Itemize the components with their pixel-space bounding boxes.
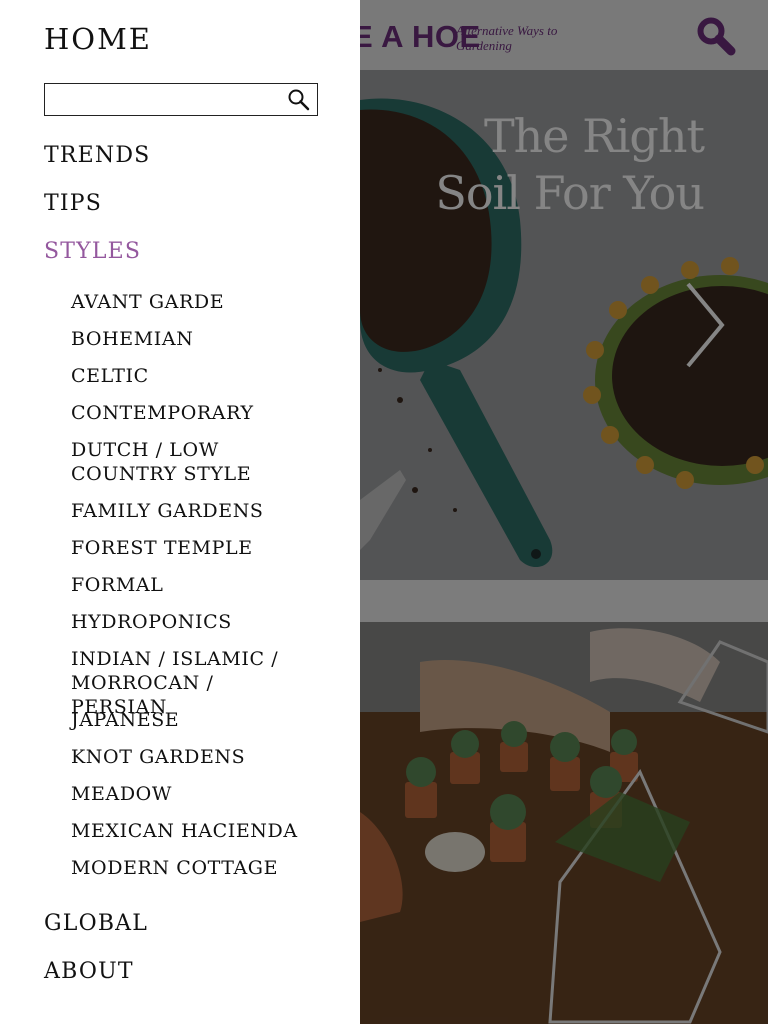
nav-styles[interactable]: STYLES <box>44 239 141 264</box>
nav-global[interactable]: GLOBAL <box>44 911 148 936</box>
submenu-item-bohemian[interactable]: BOHEMIAN <box>71 327 331 351</box>
submenu-item-dutch-low-country[interactable]: DUTCH / LOW COUNTRY STYLE <box>71 438 271 486</box>
submenu-item-formal[interactable]: FORMAL <box>71 573 331 597</box>
search-input[interactable] <box>49 87 279 114</box>
submenu-item-family-gardens[interactable]: FAMILY GARDENS <box>71 499 331 523</box>
search-icon[interactable] <box>287 88 311 112</box>
submenu-item-celtic[interactable]: CELTIC <box>71 364 331 388</box>
nav-drawer: HOME TRENDS TIPS STYLES AVANT GARDE BOHE… <box>0 0 360 1024</box>
nav-tips[interactable]: TIPS <box>44 191 102 216</box>
submenu-item-japanese[interactable]: JAPANESE <box>71 708 331 732</box>
nav-about[interactable]: ABOUT <box>44 959 134 984</box>
submenu-item-knot-gardens[interactable]: KNOT GARDENS <box>71 745 331 769</box>
submenu-item-forest-temple[interactable]: FOREST TEMPLE <box>71 536 331 560</box>
submenu-item-avant-garde[interactable]: AVANT GARDE <box>71 290 331 314</box>
nav-home[interactable]: HOME <box>44 22 152 56</box>
nav-trends[interactable]: TRENDS <box>44 143 150 168</box>
submenu-item-modern-cottage[interactable]: MODERN COTTAGE <box>71 856 331 880</box>
submenu-item-mexican-hacienda[interactable]: MEXICAN HACIENDA <box>71 819 331 843</box>
submenu-item-contemporary[interactable]: CONTEMPORARY <box>71 401 331 425</box>
search-field[interactable] <box>44 83 318 116</box>
submenu-item-hydroponics[interactable]: HYDROPONICS <box>71 610 331 634</box>
submenu-item-meadow[interactable]: MEADOW <box>71 782 331 806</box>
